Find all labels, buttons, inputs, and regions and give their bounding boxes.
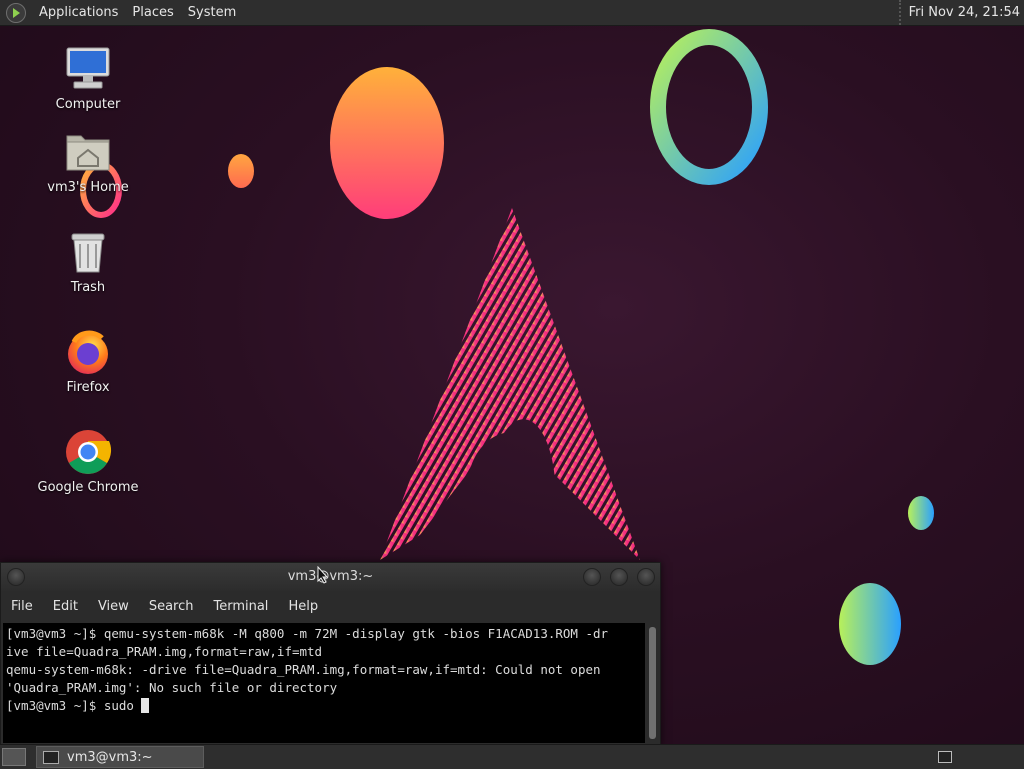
- desktop-icon-trash[interactable]: Trash: [28, 228, 148, 295]
- terminal-line: 'Quadra_PRAM.img': No such file or direc…: [6, 680, 338, 695]
- clock[interactable]: Fri Nov 24, 21:54: [898, 0, 1020, 25]
- desktop-icon-computer[interactable]: Computer: [28, 45, 148, 112]
- top-panel: Applications Places System Fri Nov 24, 2…: [0, 0, 1024, 26]
- terminal-titlebar[interactable]: vm3@vm3:~: [1, 563, 660, 591]
- trash-icon: [64, 228, 112, 276]
- mouse-pointer-icon: [317, 566, 329, 584]
- desktop-icon-chrome[interactable]: Google Chrome: [28, 428, 148, 495]
- desktop-icon-label: vm3's Home: [47, 180, 129, 195]
- desktop-icon-label: Firefox: [66, 380, 110, 395]
- taskbar-item-label: vm3@vm3:~: [67, 749, 153, 765]
- text-cursor: [141, 698, 150, 713]
- terminal-prompt-line: [vm3@vm3 ~]$ sudo: [6, 697, 645, 715]
- menu-file[interactable]: File: [1, 599, 43, 614]
- terminal-prompt: [vm3@vm3 ~]$ sudo: [6, 698, 142, 713]
- close-icon[interactable]: [637, 568, 655, 586]
- menu-edit[interactable]: Edit: [43, 599, 88, 614]
- terminal-line: [vm3@vm3 ~]$ qemu-system-m68k -M q800 -m…: [6, 626, 609, 641]
- scrollbar-thumb[interactable]: [649, 627, 656, 739]
- bottom-panel: vm3@vm3:~: [0, 744, 1024, 769]
- firefox-icon: [64, 328, 112, 376]
- show-desktop-icon[interactable]: [2, 748, 26, 766]
- chrome-icon: [64, 428, 112, 476]
- terminal-title: vm3@vm3:~: [287, 569, 374, 584]
- terminal-line: ive file=Quadra_PRAM.img,format=raw,if=m…: [6, 644, 323, 659]
- menu-view[interactable]: View: [88, 599, 139, 614]
- taskbar-item-terminal[interactable]: vm3@vm3:~: [36, 746, 204, 768]
- home-folder-icon: [64, 128, 112, 176]
- minimize-icon[interactable]: [583, 568, 601, 586]
- menu-terminal[interactable]: Terminal: [203, 599, 278, 614]
- menu-system[interactable]: System: [181, 0, 243, 25]
- workspace-switcher-icon[interactable]: [938, 751, 952, 763]
- distro-logo-icon[interactable]: [6, 2, 26, 23]
- desktop-icon-label: Trash: [70, 280, 106, 295]
- terminal-line: qemu-system-m68k: -drive file=Quadra_PRA…: [6, 662, 601, 677]
- menu-applications[interactable]: Applications: [32, 0, 125, 25]
- menu-help[interactable]: Help: [278, 599, 328, 614]
- desktop-icon-label: Google Chrome: [37, 480, 139, 495]
- desktop-icon-home[interactable]: vm3's Home: [28, 128, 148, 195]
- terminal-menubar: File Edit View Search Terminal Help: [1, 591, 660, 621]
- menu-places[interactable]: Places: [125, 0, 180, 25]
- terminal-scrollbar[interactable]: [647, 623, 658, 743]
- desktop-icon-label: Computer: [55, 97, 121, 112]
- desktop-icon-firefox[interactable]: Firefox: [28, 328, 148, 395]
- computer-icon: [64, 45, 112, 93]
- menu-search[interactable]: Search: [139, 599, 204, 614]
- window-menu-icon[interactable]: [7, 568, 25, 586]
- terminal-output[interactable]: [vm3@vm3 ~]$ qemu-system-m68k -M q800 -m…: [3, 623, 645, 743]
- terminal-icon: [43, 750, 59, 764]
- maximize-icon[interactable]: [610, 568, 628, 586]
- terminal-window[interactable]: vm3@vm3:~ File Edit View Search Terminal…: [0, 562, 661, 746]
